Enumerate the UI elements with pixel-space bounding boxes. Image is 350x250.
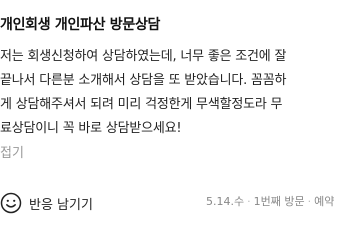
review-body-line: 료상담이니 꼭 바로 상담받으세요! — [0, 121, 182, 136]
visit-date: 5.14.수 — [206, 195, 245, 208]
review-body: 저는 회생신청하여 상담하였는데, 너무 좋은 조건에 잘 끝나서 다른분 소개… — [0, 45, 350, 141]
review-body-line: 끝나서 다른분 소개해서 상담을 또 받았습니다. 꼼꼼하 — [0, 73, 287, 88]
review-body-line: 저는 회생신청하여 상담하였는데, 너무 좋은 조건에 잘 — [0, 49, 287, 64]
review-card: 개인회생 개인파산 방문상담 저는 회생신청하여 상담하였는데, 너무 좋은 조… — [0, 0, 350, 250]
reaction-button[interactable]: 반응 남기기 — [0, 190, 93, 216]
review-title: 개인회생 개인파산 방문상담 — [0, 17, 161, 33]
smile-icon — [0, 192, 22, 214]
meta-separator: · — [307, 195, 312, 208]
fold-button[interactable]: 접기 — [0, 144, 24, 164]
visit-count: 1번째 방문 — [253, 195, 305, 208]
review-body-line: 게 상담해주셔서 되려 미리 걱정한게 무색할정도라 무 — [0, 97, 283, 112]
booking-label: 예약 — [314, 195, 335, 208]
meta-separator: · — [247, 195, 251, 208]
visit-meta: 5.14.수 · 1번째 방문 · 예약 — [206, 193, 334, 211]
reaction-label: 반응 남기기 — [29, 197, 93, 213]
